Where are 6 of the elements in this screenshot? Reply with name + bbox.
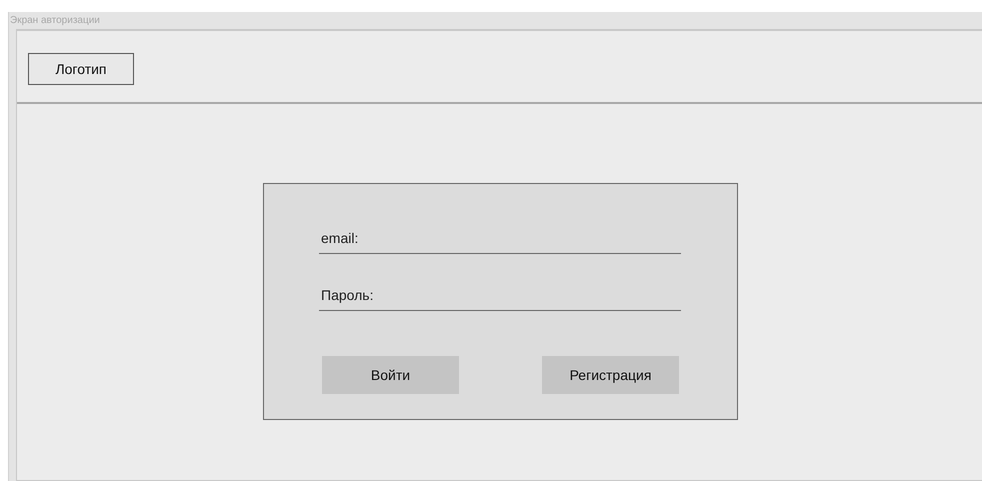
input-field[interactable]: Пароль: (319, 279, 681, 311)
register-button[interactable]: Регистрация (542, 356, 679, 394)
screen-title: Экран авторизации (9, 14, 101, 28)
input-field[interactable]: email: (319, 222, 681, 254)
login-button[interactable]: Войти (322, 356, 459, 394)
logo-button[interactable]: Логотип (28, 52, 134, 84)
